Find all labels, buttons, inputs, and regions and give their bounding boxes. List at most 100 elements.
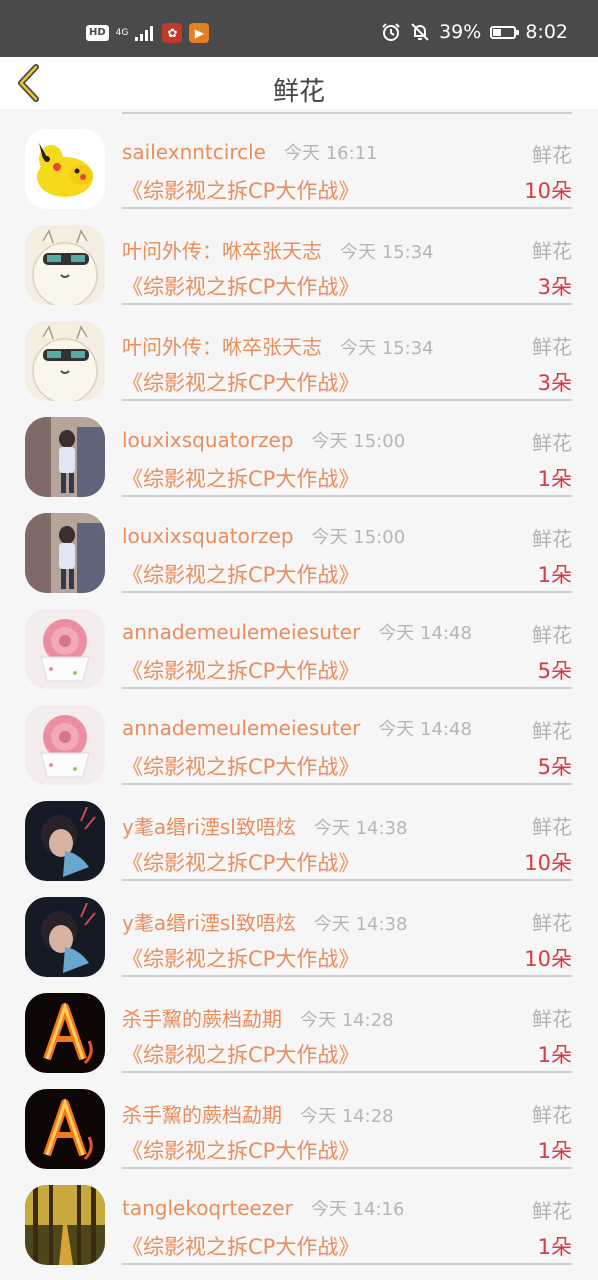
- gift-count: 5朵: [537, 755, 572, 779]
- pikachu-avatar: [25, 129, 105, 209]
- gift-count: 1朵: [537, 467, 572, 491]
- user-name[interactable]: tanglekoqrteezer 今天 14:16: [122, 1195, 404, 1221]
- gift-count: 10朵: [524, 947, 572, 971]
- show-title[interactable]: 《综影视之拆CP大作战》: [122, 751, 359, 781]
- dark-portrait-avatar: [25, 801, 105, 881]
- gift-type: 鲜花: [532, 911, 572, 935]
- user-name-text[interactable]: 杀手黧的蕨档勐期: [122, 1007, 282, 1031]
- user-name-text[interactable]: louxixsquatorzep: [122, 428, 294, 452]
- show-title[interactable]: 《综影视之拆CP大作战》: [122, 943, 359, 973]
- list-item[interactable]: y耄a缗ri湮sl致唔炫 今天 14:38 鲜花《综影视之拆CP大作战》 10朵: [0, 877, 598, 977]
- avatar[interactable]: [25, 1185, 105, 1265]
- avatar[interactable]: [25, 609, 105, 689]
- gift-count: 1朵: [537, 1235, 572, 1259]
- list-item[interactable]: 杀手黧的蕨档勐期 今天 14:28 鲜花 《综影视之拆CP大作战》 1朵: [0, 973, 598, 1073]
- list-item[interactable]: 叶问外传：咻卒张天志 今天 15:34 鲜花 《综影视之拆CP大作战》 3朵: [0, 205, 598, 305]
- nav-bar: 鲜花: [0, 57, 598, 109]
- avatar[interactable]: [25, 993, 105, 1073]
- status-right-icons: 39% 8:02: [381, 21, 568, 43]
- list-item[interactable]: annademeulemeiesuter 今天 14:48 鲜花 《综影视之拆CP大作…: [0, 589, 598, 689]
- forest-path-avatar: [25, 1185, 105, 1265]
- gift-type: 鲜花: [532, 1007, 572, 1031]
- user-name[interactable]: y耄a缗ri湮sl致唔炫 今天 14:38: [122, 811, 407, 840]
- show-title[interactable]: 《综影视之拆CP大作战》: [122, 1039, 359, 1069]
- avatar[interactable]: [25, 417, 105, 497]
- avatar[interactable]: [25, 705, 105, 785]
- rose-cup-avatar: [25, 705, 105, 785]
- user-name[interactable]: sailexnntcircle 今天 16:11: [122, 139, 378, 165]
- user-name[interactable]: 叶问外传：咻卒张天志 今天 15:34: [122, 331, 434, 360]
- avatar[interactable]: [25, 513, 105, 593]
- show-title[interactable]: 《综影视之拆CP大作战》: [122, 1231, 359, 1261]
- user-name[interactable]: 杀手黧的蕨档勐期 今天 14:28: [122, 1003, 394, 1032]
- show-title[interactable]: 《综影视之拆CP大作战》: [122, 271, 359, 301]
- timestamp: 今天 15:00: [311, 431, 406, 452]
- clock: 8:02: [525, 21, 568, 43]
- show-title[interactable]: 《综影视之拆CP大作战》: [122, 175, 359, 205]
- user-name-text[interactable]: sailexnntcircle: [122, 140, 266, 164]
- gift-type: 鲜花: [532, 527, 572, 551]
- gift-count: 3朵: [537, 371, 572, 395]
- list-item[interactable]: 叶问外传：咻卒张天志 今天 15:34 鲜花《综影视之拆CP大作战》 3朵: [0, 301, 598, 401]
- page-title: 鲜花: [272, 77, 325, 107]
- rose-cup-avatar: [25, 609, 105, 689]
- gift-count: 10朵: [524, 179, 572, 203]
- dark-portrait-avatar: [25, 897, 105, 977]
- user-name-text[interactable]: 叶问外传：咻卒张天志: [122, 335, 322, 359]
- user-name-text[interactable]: 叶问外传：咻卒张天志: [122, 239, 322, 263]
- avatar[interactable]: [25, 129, 105, 209]
- user-name-text[interactable]: 杀手黧的蕨档勐期: [122, 1103, 282, 1127]
- gift-type: 鲜花: [532, 431, 572, 455]
- timestamp: 今天 14:48: [378, 719, 472, 740]
- avatar[interactable]: [25, 897, 105, 977]
- show-title[interactable]: 《综影视之拆CP大作战》: [122, 559, 359, 589]
- show-title[interactable]: 《综影视之拆CP大作战》: [122, 463, 359, 493]
- user-name[interactable]: annademeulemeiesuter 今天 14:48: [122, 715, 472, 741]
- show-title[interactable]: 《综影视之拆CP大作战》: [122, 655, 359, 685]
- media-app-icon: ▶: [189, 23, 210, 43]
- timestamp: 今天 14:38: [313, 914, 408, 935]
- avatar[interactable]: [25, 1089, 105, 1169]
- timestamp: 今天 15:34: [340, 242, 434, 263]
- alarm-icon: [382, 23, 400, 41]
- list-item[interactable]: annademeulemeiesuter 今天 14:48 鲜花《综影视之拆CP大作…: [0, 685, 598, 785]
- gift-type: 鲜花: [532, 815, 572, 839]
- gift-type: 鲜花: [532, 1199, 572, 1223]
- list-item[interactable]: y耄a缗ri湮sl致唔炫 今天 14:38 鲜花 《综影视之拆CP大作战》 10朵: [0, 781, 598, 881]
- avatar[interactable]: [25, 321, 105, 401]
- user-name-text[interactable]: y耄a缗ri湮sl致唔炫: [122, 911, 296, 935]
- gift-list[interactable]: sailexnntcircle 今天 16:11 鲜花 《综影视之拆CP大作战》 10朵…: [0, 109, 598, 1280]
- avatar[interactable]: [25, 801, 105, 881]
- hd-badge: HD: [86, 25, 109, 41]
- list-item[interactable]: sailexnntcircle 今天 16:11 鲜花 《综影视之拆CP大作战》 10朵: [0, 109, 598, 209]
- show-title[interactable]: 《综影视之拆CP大作战》: [122, 367, 359, 397]
- timestamp: 今天 14:28: [300, 1010, 394, 1031]
- user-name[interactable]: 叶问外传：咻卒张天志 今天 15:34: [122, 235, 434, 264]
- gift-count: 1朵: [537, 1139, 572, 1163]
- user-name-text[interactable]: louxixsquatorzep: [122, 524, 294, 548]
- list-item[interactable]: louxixsquatorzep 今天 15:00 鲜花 《综影视之拆CP大作战》 1朵: [0, 493, 598, 593]
- user-name[interactable]: 杀手黧的蕨档勐期 今天 14:28: [122, 1099, 394, 1128]
- show-title[interactable]: 《综影视之拆CP大作战》: [122, 1135, 359, 1165]
- timestamp: 今天 14:28: [300, 1106, 394, 1127]
- street-photo-avatar: [25, 513, 105, 593]
- gift-type: 鲜花: [532, 719, 572, 743]
- gift-type: 鲜花: [532, 1103, 572, 1127]
- street-photo-avatar: [25, 417, 105, 497]
- user-name[interactable]: louxixsquatorzep 今天 15:00: [122, 427, 405, 453]
- user-name[interactable]: annademeulemeiesuter 今天 14:48: [122, 619, 472, 645]
- gift-count: 5朵: [537, 659, 572, 683]
- show-title[interactable]: 《综影视之拆CP大作战》: [122, 847, 359, 877]
- list-item[interactable]: tanglekoqrteezer 今天 14:16 鲜花《综影视之拆CP大作战》 1朵: [0, 1165, 598, 1265]
- user-name-text[interactable]: tanglekoqrteezer: [122, 1196, 293, 1220]
- user-name-text[interactable]: annademeulemeiesuter: [122, 620, 360, 644]
- gift-type: 鲜花: [532, 335, 572, 359]
- user-name-text[interactable]: annademeulemeiesuter: [122, 716, 360, 740]
- list-item[interactable]: louxixsquatorzep 今天 15:00 鲜花《综影视之拆CP大作战》 1朵: [0, 397, 598, 497]
- user-name[interactable]: y耄a缗ri湮sl致唔炫 今天 14:38: [122, 907, 407, 936]
- avatar[interactable]: [25, 225, 105, 305]
- list-item[interactable]: 杀手黧的蕨档勐期 今天 14:28 鲜花《综影视之拆CP大作战》 1朵: [0, 1069, 598, 1169]
- app-notification-icon: ✿: [162, 23, 183, 43]
- user-name-text[interactable]: y耄a缗ri湮sl致唔炫: [122, 815, 296, 839]
- user-name[interactable]: louxixsquatorzep 今天 15:00: [122, 523, 405, 549]
